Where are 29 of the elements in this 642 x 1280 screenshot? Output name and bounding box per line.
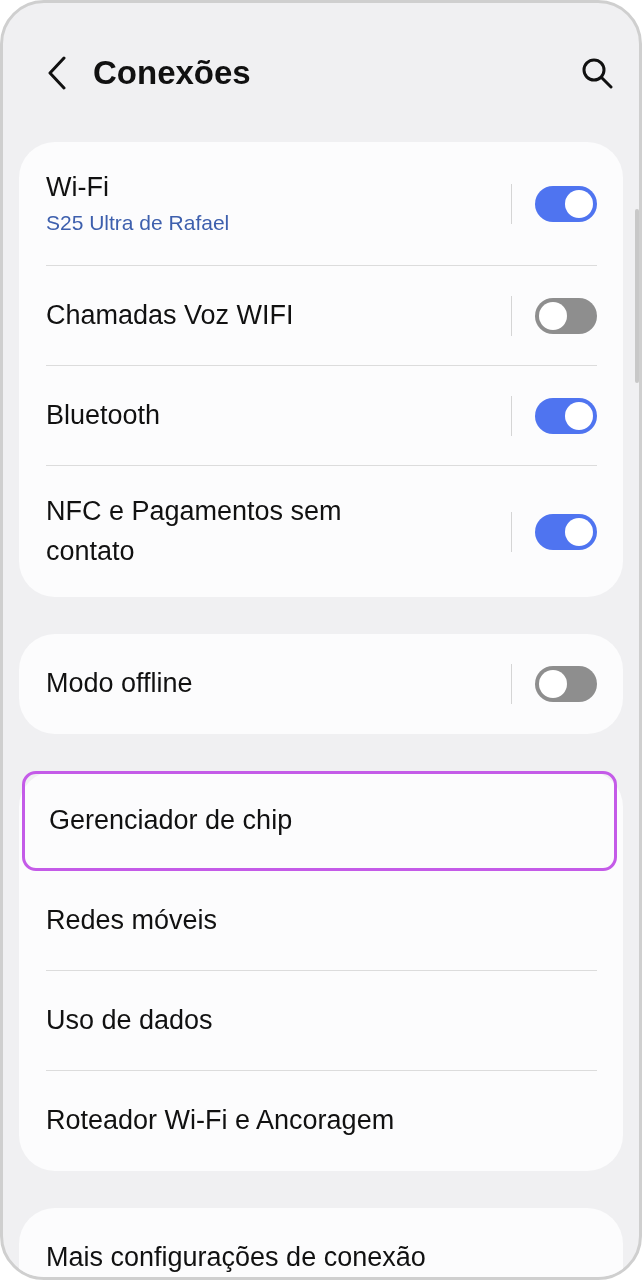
settings-item[interactable]: Wi-Fi S25 Ultra de Rafael: [46, 142, 597, 266]
item-label: Modo offline: [46, 667, 194, 701]
settings-item[interactable]: Redes móveis: [46, 871, 597, 971]
settings-item[interactable]: Bluetooth: [46, 366, 597, 466]
item-label: Redes móveis: [46, 903, 219, 937]
settings-item[interactable]: NFC e Pagamentos sem contato: [46, 466, 597, 597]
item-label: Gerenciador de chip: [49, 804, 294, 838]
settings-item[interactable]: Uso de dados: [46, 971, 597, 1071]
toggle-switch[interactable]: [535, 297, 597, 334]
settings-item[interactable]: Modo offline: [46, 634, 597, 734]
toggle-switch[interactable]: [535, 666, 597, 702]
item-label: Uso de dados: [46, 1003, 214, 1037]
item-label: Mais configurações de conexão: [46, 1241, 427, 1275]
item-label: Chamadas Voz WIFI: [46, 298, 295, 332]
item-label: Wi-Fi: [46, 171, 110, 205]
settings-item[interactable]: Gerenciador de chip: [22, 771, 617, 871]
settings-item[interactable]: Roteador Wi-Fi e Ancoragem: [46, 1071, 597, 1171]
back-icon[interactable]: [47, 55, 67, 90]
item-label: Bluetooth: [46, 398, 162, 432]
item-subtitle: S25 Ultra de Rafael: [46, 210, 231, 237]
search-icon[interactable]: [581, 56, 613, 89]
settings-item[interactable]: Mais configurações de conexão: [46, 1208, 597, 1277]
settings-item[interactable]: Chamadas Voz WIFI: [46, 266, 597, 366]
page-title: Conexões: [93, 52, 251, 93]
toggle-switch[interactable]: [535, 513, 597, 550]
toggle-switch[interactable]: [535, 185, 597, 222]
item-label: Roteador Wi-Fi e Ancoragem: [46, 1104, 396, 1138]
item-label: NFC e Pagamentos sem contato: [46, 495, 343, 568]
toggle-switch[interactable]: [535, 397, 597, 434]
